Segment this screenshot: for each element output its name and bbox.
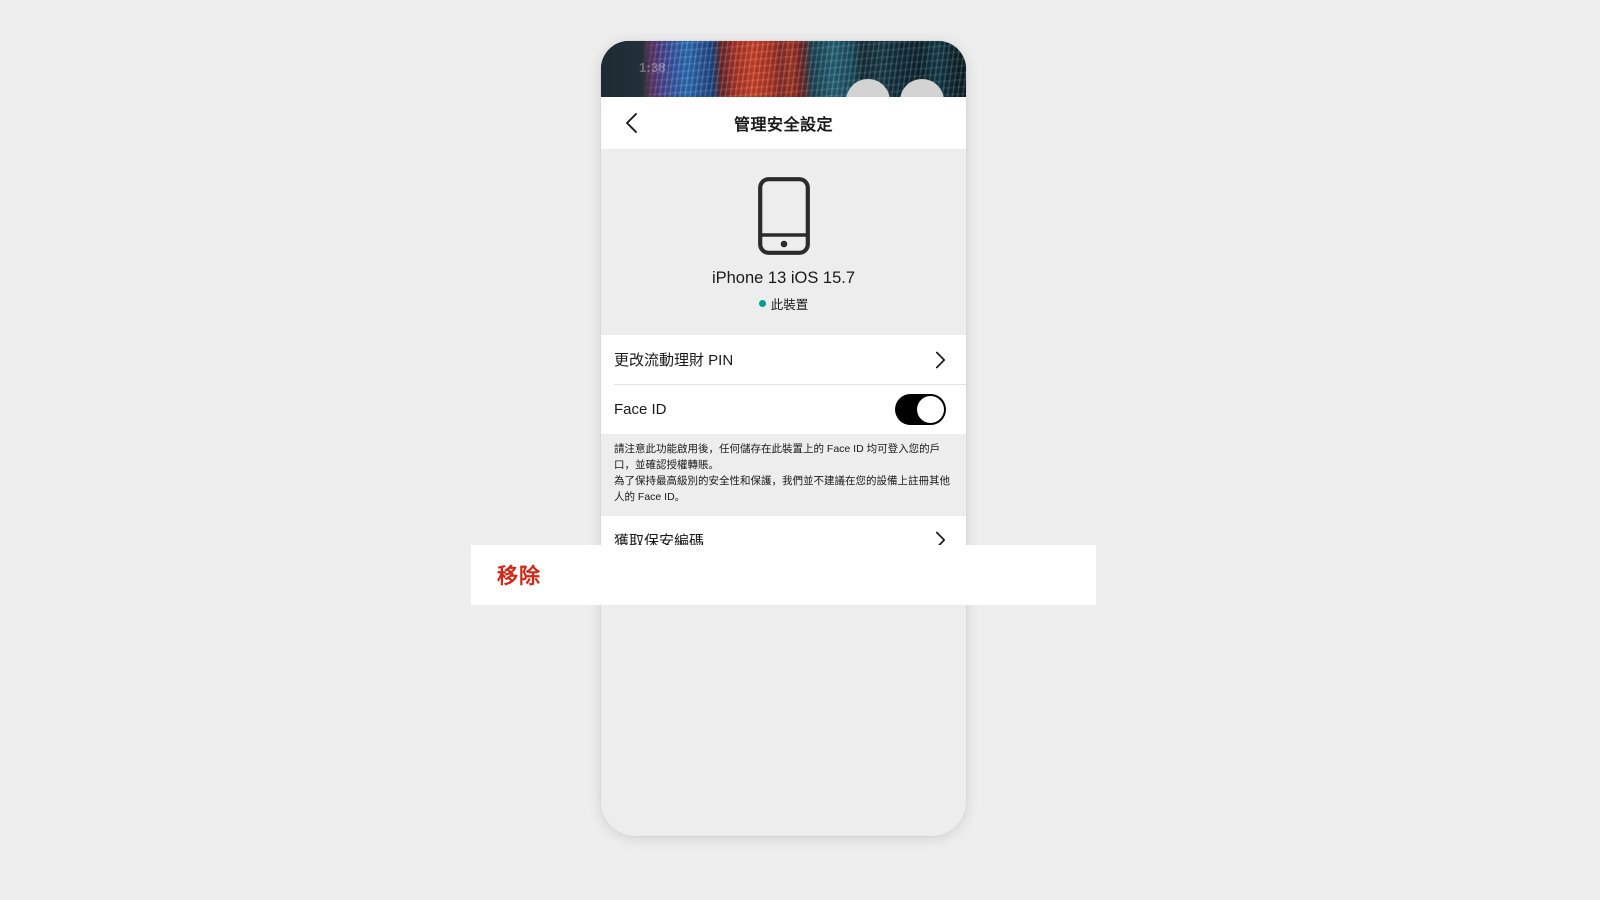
settings-card-primary: 更改流動理財 PIN Face ID — [601, 335, 966, 434]
chevron-left-icon — [625, 113, 637, 133]
hero-header-photo: 1:38 — [601, 41, 966, 97]
phone-mockup: 1:38 管理安全設定 iPhone 13 iOS 15.7 此裝置 更改流動理… — [601, 41, 966, 836]
row-change-mobile-banking-pin[interactable]: 更改流動理財 PIN — [601, 335, 966, 384]
device-status-label: 此裝置 — [770, 298, 809, 312]
device-status: 此裝置 — [601, 294, 966, 313]
screenshot-root: 1:38 管理安全設定 iPhone 13 iOS 15.7 此裝置 更改流動理… — [0, 0, 1600, 900]
toggle-knob — [917, 396, 944, 423]
row-face-id[interactable]: Face ID — [601, 385, 966, 434]
remove-action-bar: 移除 — [471, 545, 1096, 605]
device-name: iPhone 13 iOS 15.7 — [711, 269, 856, 287]
navigation-bar: 管理安全設定 — [601, 97, 966, 149]
face-id-toggle[interactable] — [895, 394, 946, 425]
disclaimer-line-1: 請注意此功能啟用後，任何儲存在此裝置上的 Face ID 均可登入您的戶口，並確… — [614, 443, 941, 471]
row-label: 更改流動理財 PIN — [614, 352, 734, 369]
device-summary: iPhone 13 iOS 15.7 此裝置 — [601, 149, 966, 335]
remove-button[interactable]: 移除 — [497, 560, 541, 590]
back-button[interactable] — [614, 106, 648, 140]
disclaimer-line-2: 為了保持最高級別的安全性和保護，我們並不建議在您的設備上註冊其他人的 Face … — [614, 474, 950, 503]
chevron-right-icon — [935, 351, 946, 368]
page-filler — [601, 564, 966, 836]
status-bar-time: 1:38 — [639, 60, 666, 75]
mobile-phone-icon — [757, 177, 810, 255]
page-title: 管理安全設定 — [733, 117, 833, 134]
row-label: Face ID — [614, 401, 667, 418]
status-dot-icon — [758, 300, 766, 307]
face-id-disclaimer: 請注意此功能啟用後，任何儲存在此裝置上的 Face ID 均可登入您的戶口，並確… — [601, 434, 966, 516]
